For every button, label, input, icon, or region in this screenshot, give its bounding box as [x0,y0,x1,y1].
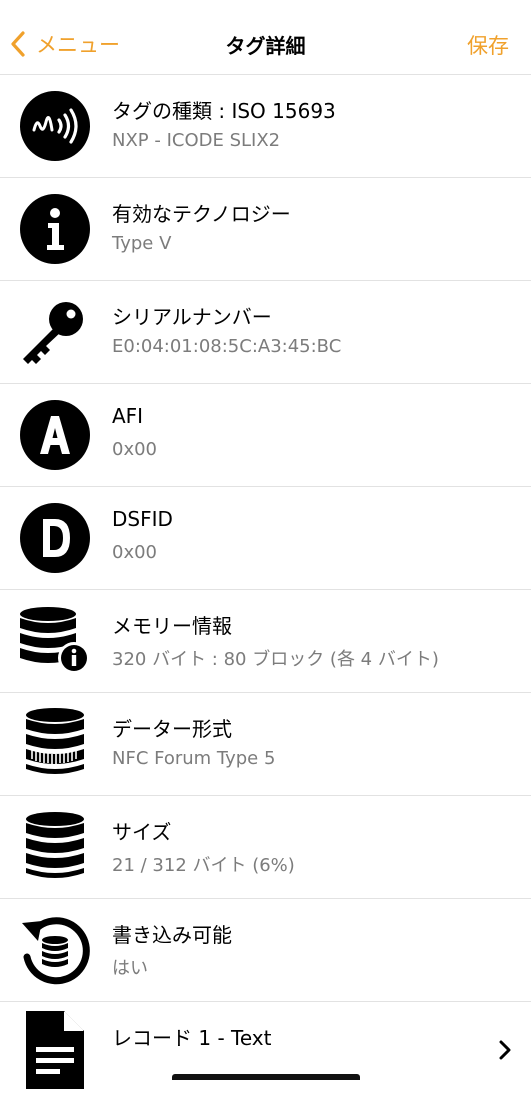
row-value: 0x00 [112,542,158,563]
tag-details-list: タグの種類 : ISO 15693 NXP - ICODE SLIX2 有効なテ… [0,75,531,1112]
letter-a-icon [18,398,92,472]
list-item-afi: AFI 0x00 [0,384,531,487]
database-info-icon [18,604,92,678]
list-item-size: サイズ 21 / 312 バイト (6%) [0,796,531,899]
row-value: はい [112,958,148,979]
chevron-right-icon [499,1040,511,1060]
key-icon [18,295,92,369]
list-item-dsfid: DSFID 0x00 [0,487,531,590]
row-title: サイズ [112,820,172,844]
database-icon [18,810,92,884]
nfc-tag-icon [18,89,92,163]
letter-d-icon [18,501,92,575]
row-title: データー形式 [112,717,232,741]
home-indicator [172,1074,360,1080]
rewritable-icon [18,913,92,987]
row-value: Type V [112,233,172,254]
info-icon [18,192,92,266]
list-item-data-format: データー形式 NFC Forum Type 5 [0,693,531,796]
navigation-bar: メニュー タグ詳細 保存 [0,0,531,75]
list-item-writable: 書き込み可能 はい [0,899,531,1002]
row-value: NFC Forum Type 5 [112,748,276,769]
row-title: タグの種類 : ISO 15693 [112,99,336,123]
row-value: NXP - ICODE SLIX2 [112,130,281,151]
row-title: AFI [112,404,144,428]
list-item-memory-info: メモリー情報 320 バイト : 80 ブロック (各 4 バイト) [0,590,531,693]
row-value: 21 / 312 バイト (6%) [112,855,295,876]
row-title: DSFID [112,507,173,531]
list-item-serial-number: シリアルナンバー E0:04:01:08:5C:A3:45:BC [0,281,531,384]
page-title: タグ詳細 [225,34,306,58]
document-icon [18,1011,92,1089]
row-title: メモリー情報 [112,614,232,638]
database-format-icon [18,707,92,781]
row-title: 書き込み可能 [112,923,232,947]
list-item-tag-type: タグの種類 : ISO 15693 NXP - ICODE SLIX2 [0,75,531,178]
list-item-technology: 有効なテクノロジー Type V [0,178,531,281]
row-value: E0:04:01:08:5C:A3:45:BC [112,336,342,357]
row-title: シリアルナンバー [112,305,272,329]
row-value: 0x00 [112,439,158,460]
list-item-record-1[interactable]: レコード 1 - Text [0,1002,531,1112]
save-button[interactable]: 保存 [467,30,509,60]
row-title: レコード 1 - Text [112,1026,272,1050]
row-title: 有効なテクノロジー [112,202,291,226]
row-value: 320 バイト : 80 ブロック (各 4 バイト) [112,649,439,670]
